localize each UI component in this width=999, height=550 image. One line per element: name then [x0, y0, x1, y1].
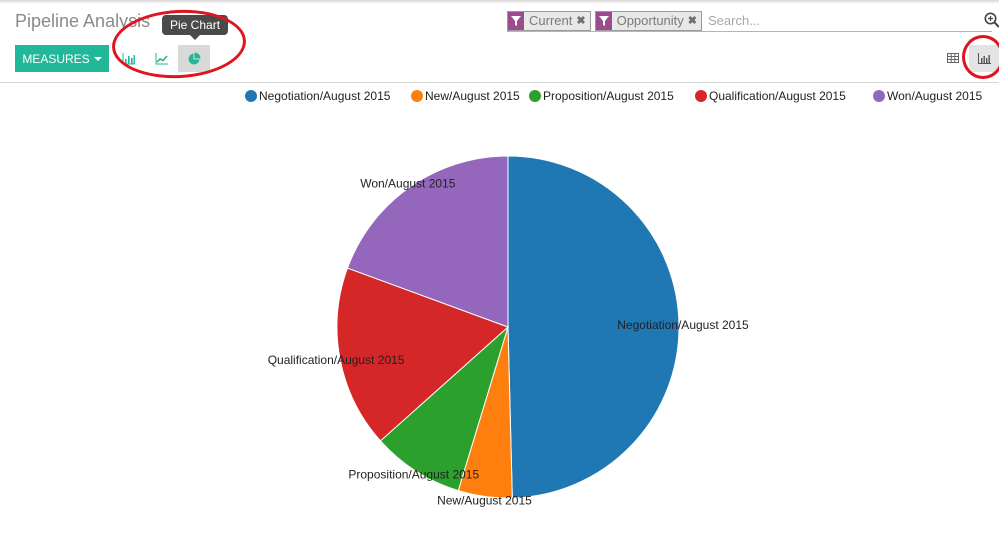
slice-label: Negotiation/August 2015: [617, 318, 749, 332]
pie-chart: Negotiation/August 2015 New/August 2015 Pr…: [268, 155, 749, 507]
slice-label: Won/August 2015: [360, 177, 456, 191]
slice-label: Proposition/August 2015: [348, 467, 479, 481]
slice-label: Qualification/August 2015: [268, 353, 405, 367]
slice-label: New/August 2015: [437, 493, 532, 507]
